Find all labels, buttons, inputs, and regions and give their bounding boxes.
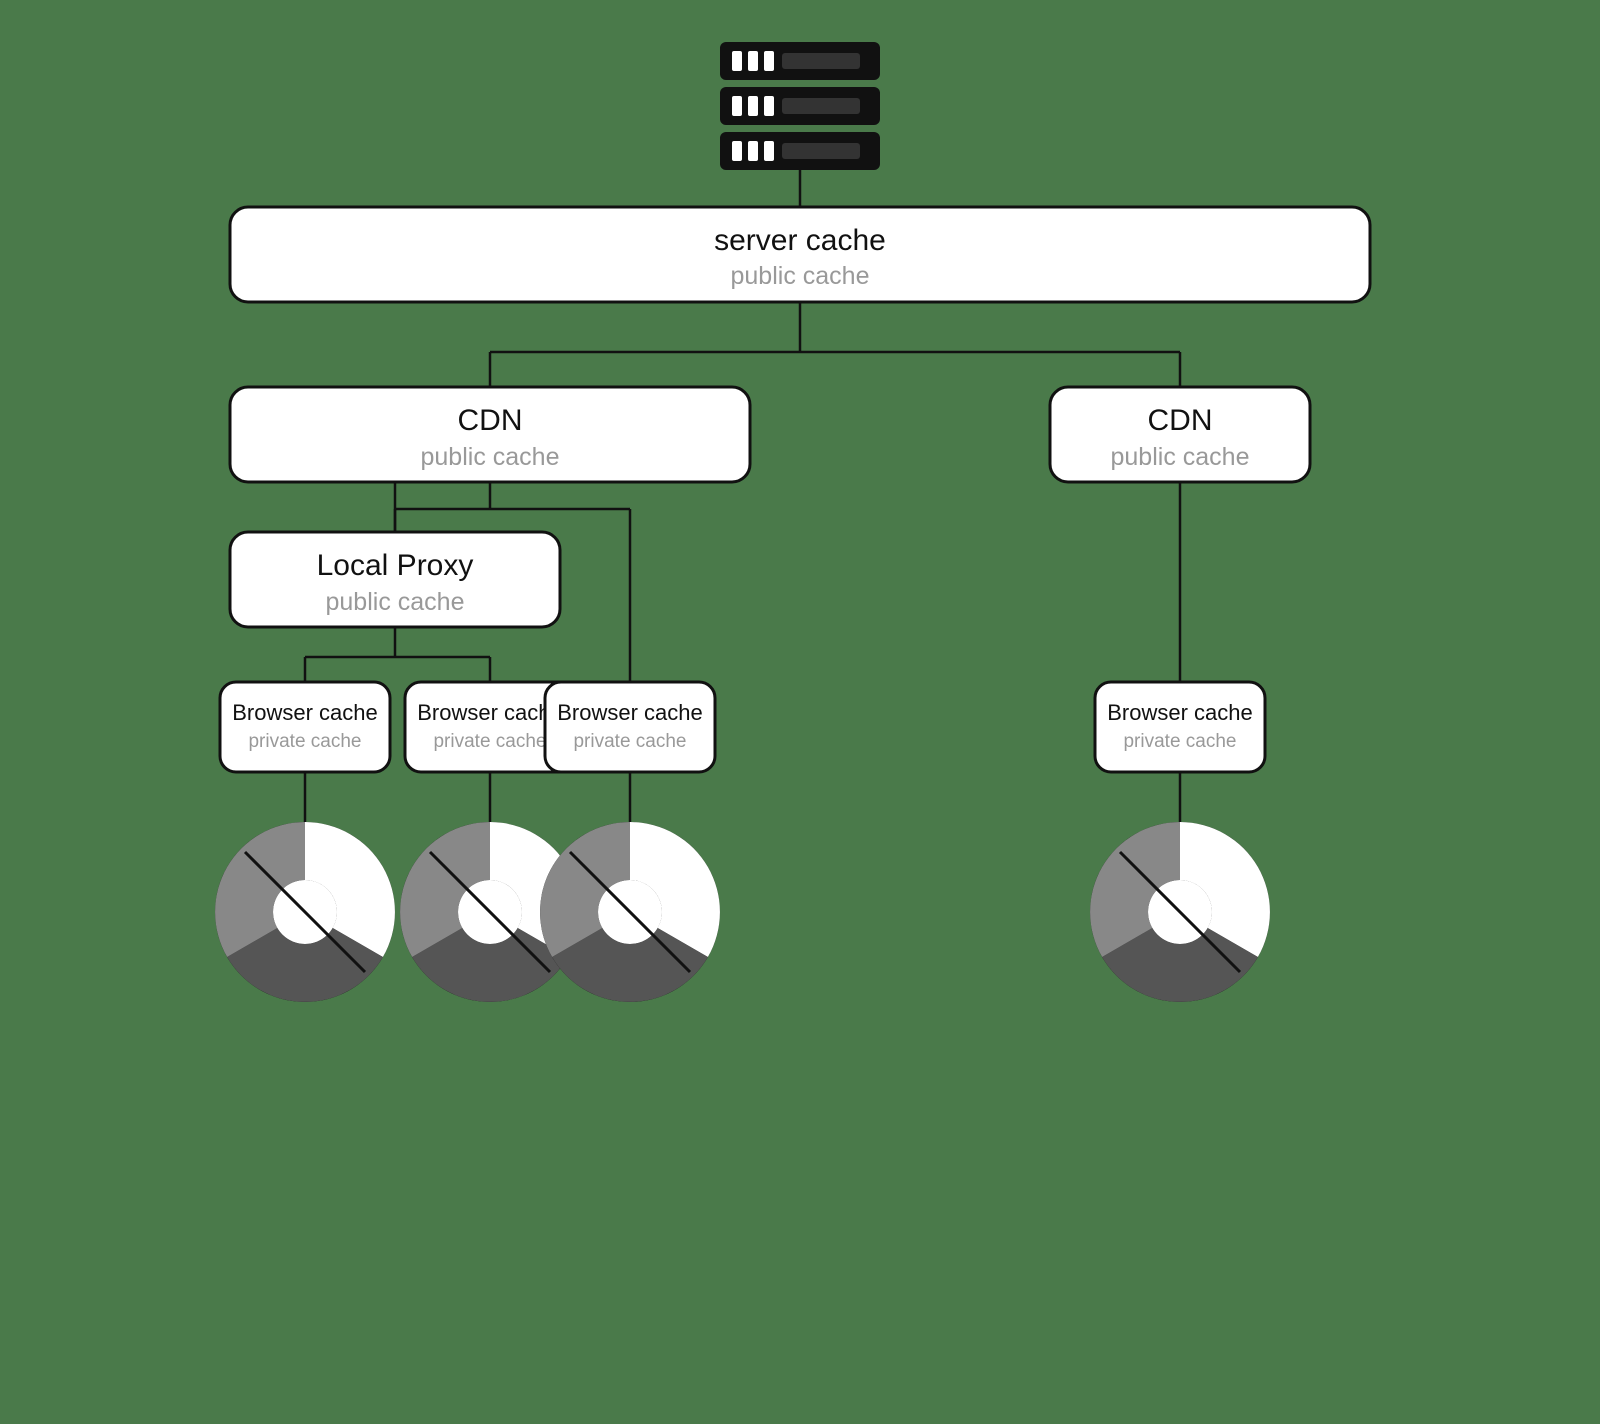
server-led-3c — [764, 141, 774, 161]
server-led-2a — [732, 96, 742, 116]
cdn-right-subtitle: public cache — [1111, 443, 1250, 471]
bc4-subtitle: private cache — [1123, 731, 1236, 752]
server-cache-title: server cache — [714, 224, 886, 257]
server-bar-2 — [782, 98, 860, 114]
server-led-1a — [732, 51, 742, 71]
server-bar-3 — [782, 143, 860, 159]
chrome-icon-4 — [1090, 822, 1270, 1002]
bc2-title: Browser cache — [417, 700, 563, 725]
main-diagram-svg: server cache public cache CDN public cac… — [200, 22, 1400, 1402]
cdn-left-subtitle: public cache — [421, 443, 560, 471]
chrome-icon-1 — [215, 822, 395, 1002]
server-led-1b — [748, 51, 758, 71]
server-led-2c — [764, 96, 774, 116]
cdn-left-title: CDN — [458, 404, 523, 437]
server-led-3b — [748, 141, 758, 161]
server-cache-subtitle: public cache — [731, 262, 870, 290]
bc4-title: Browser cache — [1107, 700, 1253, 725]
bc1-title: Browser cache — [232, 700, 378, 725]
server-led-1c — [764, 51, 774, 71]
server-led-2b — [748, 96, 758, 116]
server-led-3a — [732, 141, 742, 161]
chrome-icon-3 — [540, 822, 720, 1002]
server-bar-1 — [782, 53, 860, 69]
browser-cache-4-box — [1095, 682, 1265, 772]
bc2-subtitle: private cache — [433, 731, 546, 752]
cdn-right-title: CDN — [1148, 404, 1213, 437]
browser-cache-3-box — [545, 682, 715, 772]
browser-cache-1-box — [220, 682, 390, 772]
bc1-subtitle: private cache — [248, 731, 361, 752]
local-proxy-subtitle: public cache — [326, 588, 465, 616]
bc3-subtitle: private cache — [573, 731, 686, 752]
local-proxy-title: Local Proxy — [317, 549, 474, 582]
bc3-title: Browser cache — [557, 700, 703, 725]
